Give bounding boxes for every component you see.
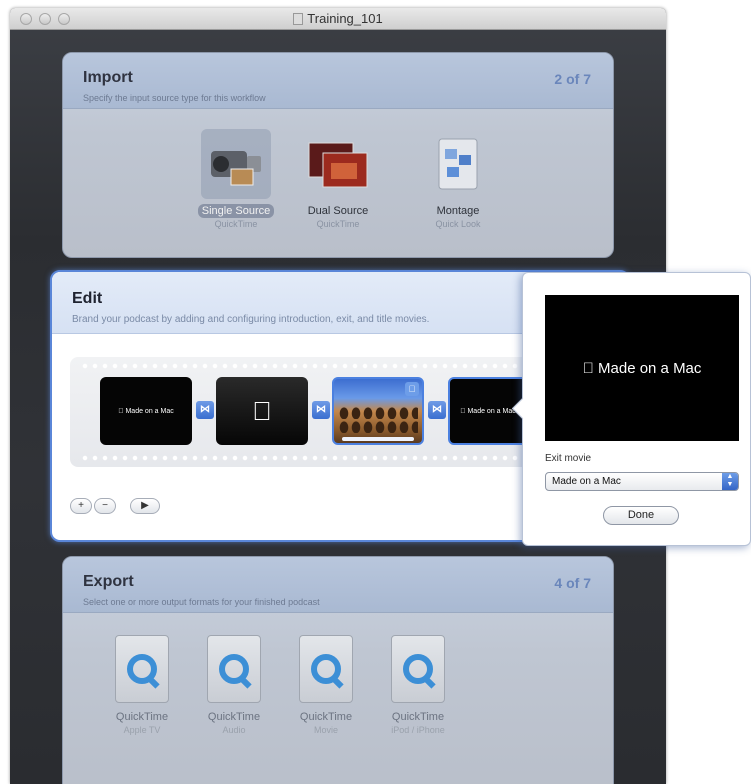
single-source-label: Single Source [197, 204, 275, 218]
export-option-ipod-iphone[interactable]: QuickTime iPod / iPhone [375, 635, 461, 735]
dual-source-label: Dual Source [307, 205, 369, 217]
quicktime-icon [391, 635, 445, 703]
remove-button[interactable]: − [94, 498, 116, 514]
clip-text: Made on a Mac [464, 407, 515, 415]
movie-timeline[interactable]:  Made on a Mac ⋈  ⋈  ⋈  Made on a Ma… [70, 357, 530, 467]
intro-movie-clip[interactable]:  Made on a Mac [100, 377, 192, 445]
quicktime-icon [115, 635, 169, 703]
window-title: Training_101 [10, 11, 666, 26]
montage-sublabel: Quick Look [435, 219, 481, 229]
content-movie-clip[interactable]:  [332, 377, 424, 445]
document-icon [293, 13, 304, 25]
apple-logo-icon:  [583, 359, 594, 377]
exit-movie-popover:  Made on a Mac Exit movie Made on a Mac… [522, 272, 751, 546]
export-sublabel: Movie [313, 725, 338, 735]
select-arrows-icon: ▲ ▼ [722, 473, 738, 490]
montage-label: Montage [436, 205, 480, 217]
title-bar: Training_101 [10, 8, 666, 30]
exit-movie-preview:  Made on a Mac [545, 295, 739, 441]
title-movie-clip[interactable]:  [216, 377, 308, 445]
export-header: Export Select one or more output formats… [63, 557, 613, 613]
colosseum-image [338, 405, 418, 435]
window-title-text: Training_101 [307, 11, 383, 26]
quicktime-icon [207, 635, 261, 703]
export-option-apple-tv[interactable]: QuickTime Apple TV [99, 635, 185, 735]
dual-screens-icon [303, 129, 373, 199]
exit-movie-select[interactable]: Made on a Mac ▲ ▼ [545, 472, 739, 491]
montage-option[interactable]: Montage Quick Look [415, 129, 501, 229]
single-source-option[interactable]: Single Source QuickTime [193, 129, 279, 229]
export-label: QuickTime [115, 711, 169, 723]
apple-logo-icon:  [252, 396, 272, 427]
edit-title: Edit [72, 290, 103, 307]
export-sublabel: Apple TV [123, 725, 161, 735]
export-label: QuickTime [299, 711, 353, 723]
camcorder-icon [201, 129, 271, 199]
export-subtitle: Select one or more output formats for yo… [83, 597, 320, 607]
edit-subtitle: Brand your podcast by adding and configu… [72, 314, 430, 325]
import-header: Import Specify the input source type for… [63, 53, 613, 109]
export-sublabel: Audio [222, 725, 246, 735]
done-button[interactable]: Done [603, 506, 679, 525]
export-panel[interactable]: Export Select one or more output formats… [62, 556, 614, 784]
export-step-indicator: 4 of 7 [554, 575, 591, 591]
apple-badge-icon:  [405, 382, 419, 396]
single-source-sublabel: QuickTime [214, 219, 258, 229]
add-button[interactable]: + [70, 498, 92, 514]
dual-source-sublabel: QuickTime [316, 219, 360, 229]
import-title: Import [83, 69, 133, 86]
exit-movie-label: Exit movie [545, 453, 592, 464]
transition-button[interactable]: ⋈ [196, 401, 214, 419]
film-holes-bottom [80, 455, 520, 461]
dual-source-option[interactable]: Dual Source QuickTime [295, 129, 381, 229]
play-button[interactable]: ▶ [130, 498, 160, 514]
export-title: Export [83, 573, 134, 590]
export-option-movie[interactable]: QuickTime Movie [283, 635, 369, 735]
clip-caption-bar [342, 437, 414, 441]
export-label: QuickTime [207, 711, 261, 723]
export-label: QuickTime [391, 711, 445, 723]
import-panel[interactable]: Import Specify the input source type for… [62, 52, 614, 258]
montage-icon [423, 129, 493, 199]
export-option-audio[interactable]: QuickTime Audio [191, 635, 277, 735]
export-sublabel: iPod / iPhone [391, 725, 445, 735]
import-subtitle: Specify the input source type for this w… [83, 93, 266, 103]
transition-button[interactable]: ⋈ [312, 401, 330, 419]
quicktime-icon [299, 635, 353, 703]
exit-movie-selected-value: Made on a Mac [552, 476, 621, 487]
import-step-indicator: 2 of 7 [554, 71, 591, 87]
film-holes-top [80, 363, 520, 369]
clip-text: Made on a Mac [122, 407, 173, 415]
preview-text: Made on a Mac [592, 359, 701, 377]
transition-button[interactable]: ⋈ [428, 401, 446, 419]
